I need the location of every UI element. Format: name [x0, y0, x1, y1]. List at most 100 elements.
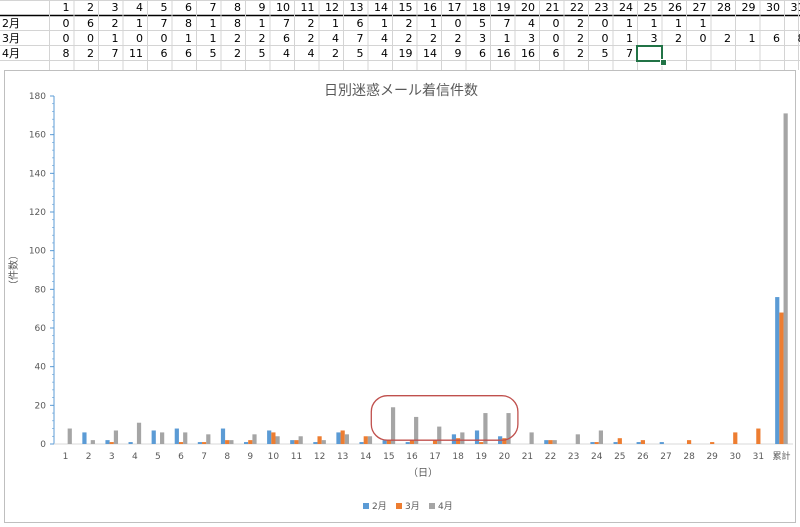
data-cell[interactable]: 4	[319, 31, 339, 46]
data-cell[interactable]: 5	[588, 46, 609, 61]
data-cell[interactable]: 2	[662, 31, 682, 46]
data-cell[interactable]: 6	[147, 46, 168, 61]
data-cell[interactable]: 7	[147, 16, 168, 31]
data-cell[interactable]: 4	[270, 46, 290, 61]
data-cell[interactable]: 19	[392, 46, 413, 61]
row-label-cell[interactable]: 4月	[2, 46, 47, 61]
data-cell[interactable]: 0	[74, 31, 94, 46]
data-cell[interactable]: 5	[466, 16, 486, 31]
header-day-cell[interactable]: 25	[637, 0, 658, 15]
header-day-cell[interactable]: 30	[760, 0, 780, 15]
data-cell[interactable]: 1	[172, 31, 192, 46]
data-cell[interactable]: 1	[417, 16, 437, 31]
data-cell[interactable]: 1	[686, 16, 707, 31]
header-day-cell[interactable]: 20	[515, 0, 535, 15]
header-day-cell[interactable]: 29	[735, 0, 756, 15]
data-cell[interactable]: 0	[49, 16, 70, 31]
header-day-cell[interactable]: 21	[539, 0, 560, 15]
data-cell[interactable]: 0	[147, 31, 168, 46]
data-cell[interactable]: 6	[74, 16, 94, 31]
data-cell[interactable]: 0	[441, 16, 462, 31]
data-cell[interactable]: 2	[441, 31, 462, 46]
data-cell[interactable]: 8	[221, 16, 241, 31]
data-cell[interactable]: 5	[245, 46, 266, 61]
data-cell[interactable]: 2	[98, 16, 119, 31]
data-cell[interactable]: 2	[564, 46, 584, 61]
data-cell[interactable]: 2	[245, 31, 266, 46]
data-cell[interactable]: 6	[172, 46, 192, 61]
data-cell[interactable]: 6	[539, 46, 560, 61]
data-cell[interactable]: 3	[466, 31, 486, 46]
data-cell[interactable]: 1	[735, 31, 756, 46]
data-cell[interactable]: 2	[392, 31, 413, 46]
data-cell[interactable]: 1	[368, 16, 388, 31]
data-cell[interactable]: 1	[637, 16, 658, 31]
header-day-cell[interactable]: 23	[588, 0, 609, 15]
data-cell[interactable]: 9	[441, 46, 462, 61]
header-day-cell[interactable]: 9	[245, 0, 266, 15]
header-day-cell[interactable]: 14	[368, 0, 388, 15]
header-day-cell[interactable]: 13	[343, 0, 364, 15]
data-cell[interactable]: 6	[466, 46, 486, 61]
header-day-cell[interactable]: 15	[392, 0, 413, 15]
data-cell[interactable]: 1	[613, 16, 633, 31]
data-cell[interactable]: 4	[368, 31, 388, 46]
data-cell[interactable]: 0	[539, 16, 560, 31]
header-day-cell[interactable]: 6	[172, 0, 192, 15]
data-cell[interactable]: 7	[613, 46, 633, 61]
data-cell[interactable]: 0	[686, 31, 707, 46]
header-day-cell[interactable]: 10	[270, 0, 290, 15]
header-day-cell[interactable]: 1	[49, 0, 70, 15]
data-cell[interactable]: 7	[98, 46, 119, 61]
header-day-cell[interactable]: 3	[98, 0, 119, 15]
data-cell[interactable]: 1	[319, 16, 339, 31]
data-cell[interactable]: 2	[74, 46, 94, 61]
data-cell[interactable]: 8	[172, 16, 192, 31]
data-cell[interactable]: 5	[196, 46, 217, 61]
data-cell[interactable]: 2	[221, 31, 241, 46]
data-cell[interactable]: 0	[49, 31, 70, 46]
data-cell[interactable]: 8	[49, 46, 70, 61]
data-cell[interactable]: 2	[319, 46, 339, 61]
row-label-cell[interactable]: 2月	[2, 16, 47, 31]
data-cell[interactable]: 1	[613, 31, 633, 46]
data-cell[interactable]: 1	[245, 16, 266, 31]
data-cell[interactable]: 8	[784, 31, 800, 46]
data-cell[interactable]: 2	[711, 31, 731, 46]
data-cell[interactable]: 2	[294, 31, 315, 46]
header-day-cell[interactable]: 22	[564, 0, 584, 15]
data-cell[interactable]: 2	[221, 46, 241, 61]
data-cell[interactable]: 1	[490, 31, 511, 46]
data-cell[interactable]: 1	[662, 16, 682, 31]
data-cell[interactable]: 2	[564, 16, 584, 31]
data-cell[interactable]: 0	[539, 31, 560, 46]
data-cell[interactable]: 6	[760, 31, 780, 46]
header-day-cell[interactable]: 5	[147, 0, 168, 15]
fill-handle[interactable]	[659, 59, 667, 66]
data-cell[interactable]: 0	[588, 31, 609, 46]
header-day-cell[interactable]: 27	[686, 0, 707, 15]
data-cell[interactable]: 4	[294, 46, 315, 61]
header-day-cell[interactable]: 28	[711, 0, 731, 15]
header-day-cell[interactable]: 4	[123, 0, 143, 15]
data-cell[interactable]: 3	[637, 31, 658, 46]
data-cell[interactable]: 2	[294, 16, 315, 31]
data-cell[interactable]: 4	[515, 16, 535, 31]
header-day-cell[interactable]: 19	[490, 0, 511, 15]
data-cell[interactable]: 3	[515, 31, 535, 46]
data-cell[interactable]: 16	[490, 46, 511, 61]
header-day-cell[interactable]: 11	[294, 0, 315, 15]
data-cell[interactable]: 16	[515, 46, 535, 61]
header-day-cell[interactable]: 8	[221, 0, 241, 15]
header-day-cell[interactable]: 26	[662, 0, 682, 15]
data-cell[interactable]: 7	[490, 16, 511, 31]
data-cell[interactable]: 6	[343, 16, 364, 31]
header-day-cell[interactable]: 18	[466, 0, 486, 15]
header-day-cell[interactable]: 24	[613, 0, 633, 15]
header-day-cell[interactable]: 31	[784, 0, 800, 15]
row-label-cell[interactable]: 3月	[2, 31, 47, 46]
data-cell[interactable]: 2	[417, 31, 437, 46]
header-day-cell[interactable]: 12	[319, 0, 339, 15]
data-cell[interactable]: 11	[123, 46, 143, 61]
data-cell[interactable]: 0	[123, 31, 143, 46]
